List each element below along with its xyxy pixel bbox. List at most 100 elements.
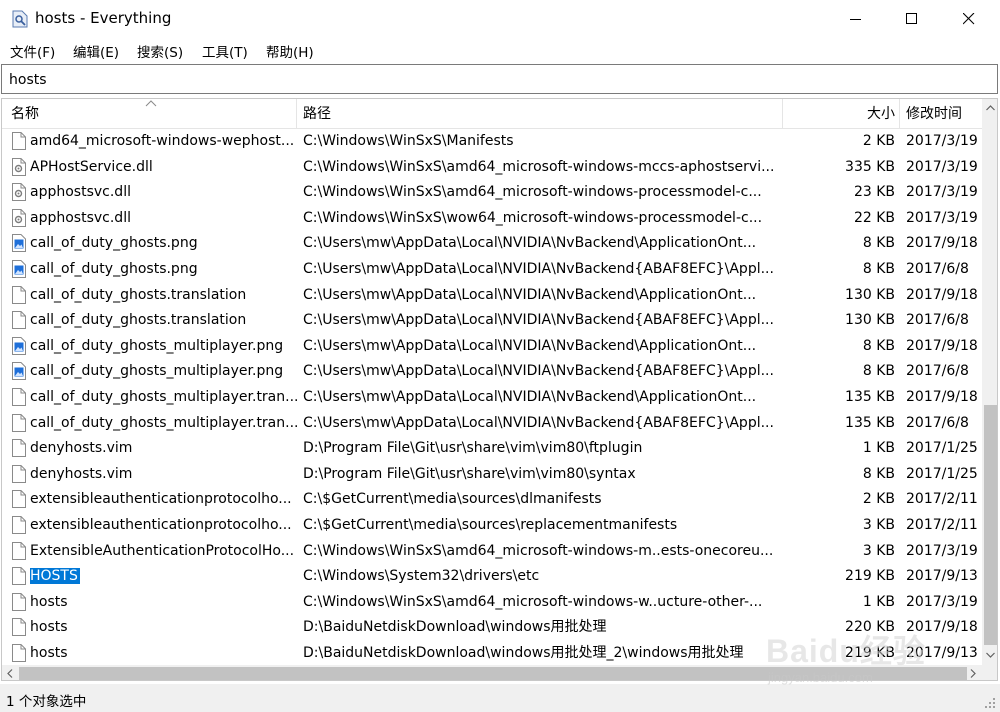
title-bar: hosts - Everything [0, 0, 1000, 38]
table-row[interactable]: hosts C:\Windows\WinSxS\amd64_microsoft-w… [2, 590, 982, 615]
table-row[interactable]: call_of_duty_ghosts.png C:\Users\mw\AppDa… [2, 231, 982, 256]
table-row[interactable]: APHostService.dll C:\Windows\WinSxS\amd64… [2, 155, 982, 180]
row-size: 2 KB [862, 491, 895, 508]
search-input[interactable] [9, 70, 989, 90]
table-row[interactable]: call_of_duty_ghosts.translation C:\Users\… [2, 308, 982, 333]
row-modified: 2017/6/8 [906, 363, 969, 380]
row-size: 8 KB [862, 363, 895, 380]
row-path: C:\Windows\WinSxS\amd64_microsoft-window… [303, 158, 775, 175]
row-modified: 2017/3/19 [906, 593, 978, 610]
scroll-left-arrow-icon[interactable] [7, 669, 13, 678]
row-size: 22 KB [853, 209, 895, 226]
table-row[interactable]: apphostsvc.dll C:\Windows\WinSxS\wow64_mi… [2, 206, 982, 231]
row-name-text: call_of_duty_ghosts.png [30, 235, 198, 252]
menu-search[interactable]: 搜索(S) [137, 41, 183, 61]
table-row[interactable]: call_of_duty_ghosts.translation C:\Users\… [2, 283, 982, 308]
table-row[interactable]: ExtensibleAuthenticationProtocolHo... C:\… [2, 539, 982, 564]
row-name: call_of_duty_ghosts_multiplayer.tran... [30, 411, 297, 436]
table-row[interactable]: hosts D:\BaiduNetdiskDownload\windows用批处理… [2, 641, 982, 666]
image-icon [12, 336, 26, 355]
table-row[interactable]: hosts D:\BaiduNetdiskDownload\windows用批处理… [2, 615, 982, 640]
resize-grip-icon[interactable] [985, 698, 996, 709]
menu-tools[interactable]: 工具(T) [202, 41, 248, 61]
row-size: 8 KB [862, 465, 895, 482]
menu-bar: 文件(F) 编辑(E) 搜索(S) 工具(T) 帮助(H) [0, 38, 1000, 62]
column-divider[interactable] [899, 99, 900, 129]
file-icon [12, 464, 26, 483]
table-row[interactable]: call_of_duty_ghosts_multiplayer.png C:\Us… [2, 359, 982, 384]
row-modified: 2017/1/25 [906, 440, 978, 457]
table-row[interactable]: extensibleauthenticationprotocolho... C:\… [2, 513, 982, 538]
file-icon [12, 541, 26, 560]
maximize-icon [906, 13, 917, 24]
row-path: C:\Windows\WinSxS\wow64_microsoft-window… [303, 209, 763, 226]
menu-edit[interactable]: 编辑(E) [73, 41, 119, 61]
maximize-button[interactable] [889, 0, 935, 38]
close-button[interactable] [946, 0, 992, 38]
file-icon [12, 516, 26, 534]
row-path: C:\Users\mw\AppData\Local\NVIDIA\NvBacke… [303, 363, 774, 380]
table-row[interactable]: call_of_duty_ghosts.png C:\Users\mw\AppDa… [2, 257, 982, 282]
row-path: C:\Users\mw\AppData\Local\NVIDIA\NvBacke… [303, 414, 774, 431]
row-name-text: denyhosts.vim [30, 465, 133, 482]
row-size: 130 KB [845, 286, 895, 303]
row-path: C:\Users\mw\AppData\Local\NVIDIA\NvBacke… [303, 235, 757, 252]
table-row[interactable]: apphostsvc.dll C:\Windows\WinSxS\amd64_mi… [2, 180, 982, 205]
row-name: hosts [30, 615, 297, 640]
row-name: call_of_duty_ghosts.png [30, 257, 297, 282]
row-name: APHostService.dll [30, 155, 297, 180]
file-icon [12, 413, 26, 432]
row-name-text: apphostsvc.dll [30, 209, 131, 226]
column-header-path[interactable]: 路径 [303, 99, 783, 129]
row-path: C:\Users\mw\AppData\Local\NVIDIA\NvBacke… [303, 389, 757, 405]
row-size: 130 KB [845, 312, 895, 329]
row-modified: 2017/3/19 [906, 209, 978, 226]
table-row[interactable]: denyhosts.vim D:\Program File\Git\usr\sha… [2, 436, 982, 461]
table-row[interactable]: call_of_duty_ghosts_multiplayer.png C:\Us… [2, 334, 982, 359]
row-name-text: HOSTS [30, 568, 80, 585]
horizontal-scroll-thumb[interactable] [19, 667, 967, 680]
row-name: denyhosts.vim [30, 462, 297, 487]
row-modified: 2017/2/11 [906, 517, 978, 533]
search-box [1, 64, 998, 94]
scroll-down-arrow-icon[interactable] [986, 652, 995, 658]
row-name: call_of_duty_ghosts_multiplayer.png [30, 334, 297, 359]
table-row[interactable]: call_of_duty_ghosts_multiplayer.tran... C… [2, 385, 982, 410]
row-name: apphostsvc.dll [30, 180, 297, 205]
menu-file[interactable]: 文件(F) [10, 41, 55, 61]
status-bar: 1 个对象选中 [0, 684, 1000, 712]
table-row[interactable]: HOSTS C:\Windows\System32\drivers\etc 219 … [2, 564, 982, 589]
status-text: 1 个对象选中 [6, 694, 87, 710]
scroll-right-arrow-icon[interactable] [970, 669, 976, 678]
column-header: 名称 路径 大小 修改时间 [2, 99, 982, 129]
column-divider[interactable] [296, 99, 297, 129]
row-size: 135 KB [845, 414, 895, 431]
horizontal-scrollbar[interactable] [2, 665, 982, 680]
sort-ascending-icon [145, 100, 157, 107]
column-divider[interactable] [782, 99, 783, 129]
row-name-text: APHostService.dll [30, 158, 153, 175]
vertical-scrollbar[interactable] [982, 99, 997, 665]
row-size: 1 KB [862, 593, 895, 610]
table-row[interactable]: call_of_duty_ghosts_multiplayer.tran... C… [2, 411, 982, 436]
scroll-up-arrow-icon[interactable] [986, 105, 995, 111]
table-row[interactable]: denyhosts.vim D:\Program File\Git\usr\sha… [2, 462, 982, 487]
row-modified: 2017/9/13 [906, 568, 978, 585]
row-path: C:\Windows\WinSxS\amd64_microsoft-window… [303, 184, 762, 201]
file-icon [12, 618, 26, 637]
vertical-scroll-thumb[interactable] [984, 405, 997, 645]
row-path: C:\Users\mw\AppData\Local\NVIDIA\NvBacke… [303, 312, 774, 329]
row-name-text: call_of_duty_ghosts_multiplayer.png [30, 337, 284, 354]
column-header-modified[interactable]: 修改时间 [906, 99, 982, 129]
table-row[interactable]: amd64_microsoft-windows-wephost... C:\Win… [2, 129, 982, 154]
row-size: 1 KB [862, 440, 895, 457]
column-header-size[interactable]: 大小 [802, 99, 895, 129]
row-size: 219 KB [845, 568, 895, 585]
row-name: hosts [30, 590, 297, 615]
row-path: C:\Windows\WinSxS\Manifests [303, 133, 514, 149]
menu-help[interactable]: 帮助(H) [266, 41, 314, 61]
table-row[interactable]: extensibleauthenticationprotocolho... C:\… [2, 487, 982, 512]
row-name: extensibleauthenticationprotocolho... [30, 513, 297, 538]
row-modified: 2017/9/18 [906, 619, 978, 636]
minimize-button[interactable] [833, 0, 879, 38]
